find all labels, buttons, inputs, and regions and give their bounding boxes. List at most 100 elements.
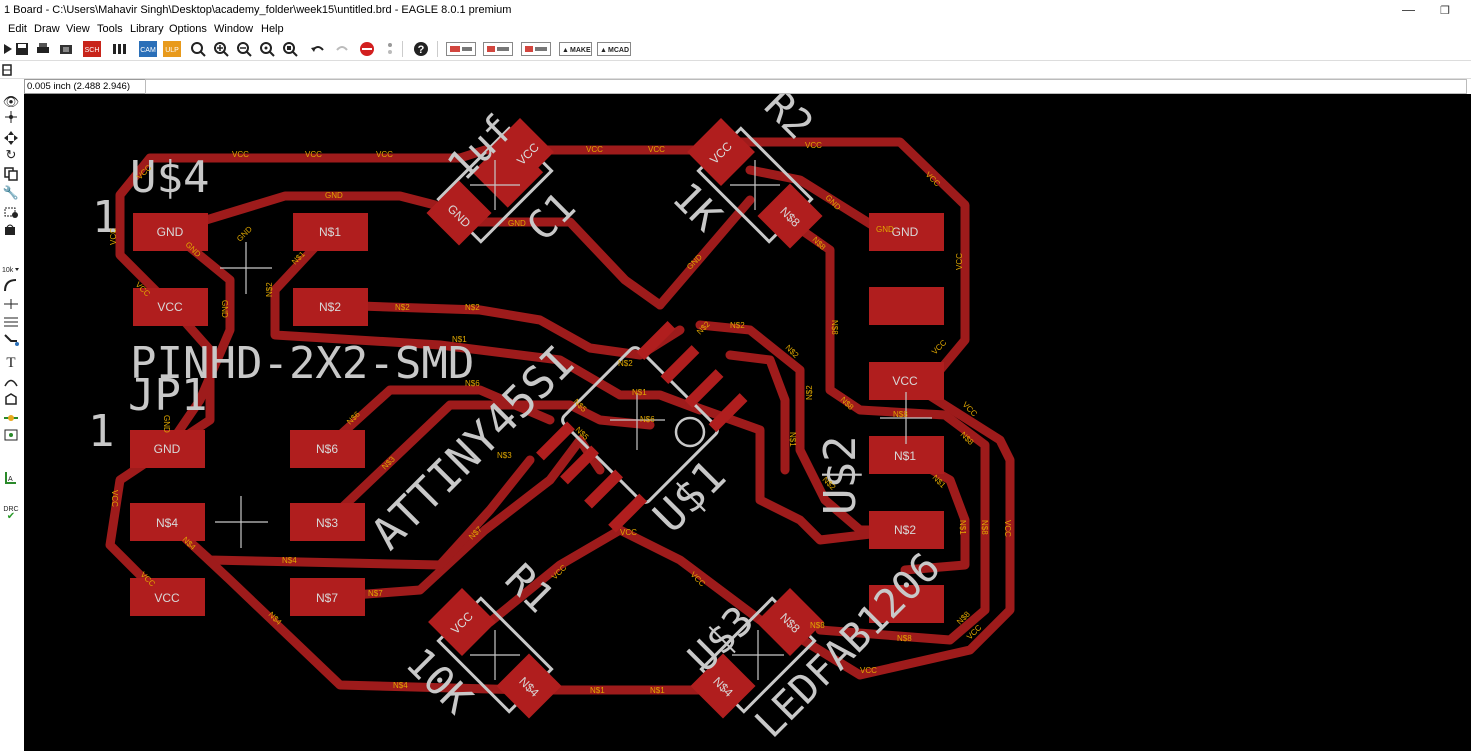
layer-settings-icon[interactable] [0, 61, 16, 78]
menu-draw[interactable]: Draw [34, 23, 60, 35]
pad-blank-right[interactable] [869, 287, 944, 325]
u1-pin1-marker [674, 416, 706, 448]
signal-label: N$2 [265, 282, 274, 297]
info-icon[interactable] [2, 109, 20, 125]
mcad-button[interactable]: ▲ MCAD [597, 40, 631, 57]
make-button[interactable]: ▲ MAKE [559, 40, 592, 57]
signal-label: GND [235, 224, 254, 243]
ratsnest-icon[interactable] [2, 427, 20, 443]
signal-label: VCC [648, 145, 665, 154]
ulp-label: ULP [165, 47, 179, 54]
wrench-icon[interactable]: 🔧 [2, 185, 20, 201]
label-u1: U$1 [644, 451, 736, 543]
polygon-icon[interactable] [2, 391, 20, 407]
signal-label: N$7 [368, 589, 383, 598]
cam-export-icon[interactable] [58, 40, 74, 57]
fusion-sync-icon[interactable] [446, 40, 476, 57]
rotate-icon[interactable]: ↻ [2, 147, 20, 163]
route-icon[interactable] [2, 332, 20, 348]
menu-tools[interactable]: Tools [97, 23, 123, 35]
signal-label: N$1 [958, 520, 967, 535]
eye-icon[interactable]: 👁 [2, 94, 20, 110]
signal-label: N$2 [465, 303, 480, 312]
command-line-input[interactable] [145, 79, 1467, 94]
copy-icon[interactable] [2, 166, 20, 182]
text-tool-icon[interactable]: T [2, 355, 20, 371]
menu-window[interactable]: Window [214, 23, 253, 35]
help-icon[interactable]: ? [413, 40, 429, 57]
pad-label-n2-a: N$2 [319, 300, 341, 314]
split-icon[interactable] [2, 296, 20, 312]
zoom-fit-icon[interactable] [190, 40, 206, 57]
signal-label: VCC [805, 141, 822, 150]
print-icon[interactable] [35, 40, 51, 57]
command-row: 0.005 inch (2.488 2.946) [0, 78, 1471, 94]
sch-label: SCH [85, 47, 100, 54]
go-icon[interactable] [382, 40, 398, 57]
signal-label: N$1 [452, 335, 467, 344]
redo-icon[interactable] [334, 40, 350, 57]
signal-label: VCC [860, 666, 877, 675]
signal-label: N$2 [395, 303, 410, 312]
stop-icon[interactable] [359, 40, 375, 57]
zoom-out-icon[interactable] [236, 40, 252, 57]
arc-icon[interactable] [2, 374, 20, 390]
minimize-button[interactable]: — [1402, 2, 1415, 17]
group-icon[interactable] [2, 204, 20, 220]
label-pin1-b: 1 [88, 406, 115, 457]
via-icon[interactable] [2, 410, 20, 426]
signal-label: VCC [305, 150, 322, 159]
signal-label: N$1 [632, 388, 647, 397]
autorouter-icon[interactable]: A [2, 470, 20, 486]
signal-label: N$6 [465, 379, 480, 388]
pull-from-fusion-icon[interactable] [521, 40, 551, 57]
cam-processor-button[interactable]: CAM [139, 40, 157, 57]
zoom-redraw-icon[interactable] [259, 40, 275, 57]
optimize-icon[interactable] [2, 314, 20, 330]
save-icon[interactable] [14, 40, 30, 57]
zoom-select-icon[interactable] [282, 40, 298, 57]
signal-label: VCC [110, 490, 119, 507]
drc-button[interactable]: DRC ✔ [2, 505, 20, 522]
parameter-toolbar [0, 60, 1471, 79]
signal-label: VCC [232, 150, 249, 159]
pad-label-n7: N$7 [316, 591, 338, 605]
pad-label-gnd-b: GND [154, 442, 181, 456]
signal-label: N$4 [393, 681, 408, 690]
menu-edit[interactable]: Edit [8, 23, 27, 35]
grid-value-icon[interactable]: 10k [2, 261, 20, 277]
signal-label: VCC [930, 338, 948, 356]
menu-help[interactable]: Help [261, 23, 284, 35]
menu-options[interactable]: Options [169, 23, 207, 35]
svg-text:10k: 10k [2, 267, 14, 274]
pad-label-n2-right: N$2 [894, 523, 916, 537]
signal-label: N$1 [650, 686, 665, 695]
zoom-in-icon[interactable] [213, 40, 229, 57]
menu-view[interactable]: View [66, 23, 90, 35]
menu-library[interactable]: Library [130, 23, 164, 35]
restore-button[interactable]: ❐ [1440, 4, 1450, 17]
signal-label: GND [325, 191, 343, 200]
signal-label: VCC [109, 228, 118, 245]
label-jp1: JP1 [128, 370, 207, 421]
schematic-switch-button[interactable]: SCH [83, 40, 101, 57]
signal-label: GND [876, 225, 894, 234]
pad-label-vcc-b: VCC [154, 591, 180, 605]
ulp-button[interactable]: ULP [163, 40, 181, 57]
signal-label: VCC [955, 253, 964, 270]
library-icon[interactable] [112, 40, 128, 57]
paste-icon[interactable] [2, 222, 20, 238]
miter-icon[interactable] [2, 277, 20, 293]
undo-icon[interactable] [310, 40, 326, 57]
signal-label: N$1 [590, 686, 605, 695]
signal-label: VCC [1003, 520, 1012, 537]
label-led: LEDFAB1206 [747, 544, 950, 747]
move-icon[interactable] [2, 130, 20, 146]
board-canvas[interactable]: U$4 1 PINHD-2X2-SMD JP1 1 1uf C1 R2 1K A… [24, 94, 1471, 751]
toolbar-separator [437, 41, 438, 57]
signal-label: N$4 [282, 556, 297, 565]
signal-label: N$6 [640, 415, 655, 424]
title-bar: 1 Board - C:\Users\Mahavir Singh\Desktop… [0, 0, 1471, 22]
tool-sidebar: 👁 ↻ 🔧 10k T A DRC ✔ [0, 94, 24, 751]
push-to-fusion-icon[interactable] [483, 40, 513, 57]
